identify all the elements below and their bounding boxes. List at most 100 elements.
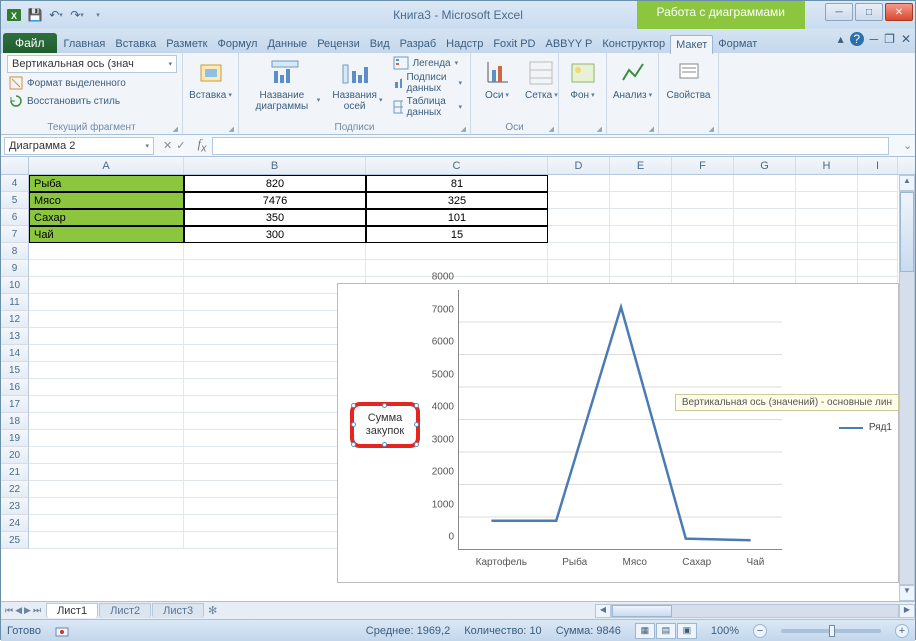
first-sheet-button[interactable]: ⏮ [5,605,13,616]
cell[interactable] [29,311,184,328]
row-header[interactable]: 13 [1,328,29,345]
row-header[interactable]: 25 [1,532,29,549]
page-break-view-button[interactable]: ▣ [677,623,697,639]
minimize-ribbon-icon[interactable]: ▴ [838,32,844,46]
data-labels-button[interactable]: 1Подписи данных▾ [391,71,464,95]
tab-конструктор[interactable]: Конструктор [597,35,670,53]
row-header[interactable]: 23 [1,498,29,515]
chart-object[interactable]: Сумма закупок 01000200030004000500060007… [337,283,899,583]
cell[interactable] [29,430,184,447]
cell[interactable] [548,192,610,209]
expand-formula-icon[interactable]: ⌄ [903,139,915,152]
sheet-tab[interactable]: Лист1 [46,603,98,618]
page-layout-view-button[interactable]: ▤ [656,623,676,639]
cell[interactable] [734,226,796,243]
tab-макет[interactable]: Макет [670,35,713,54]
cell[interactable] [796,260,858,277]
row-header[interactable]: 6 [1,209,29,226]
axis-title-box[interactable]: Сумма закупок [350,402,420,448]
chart-element-selector[interactable]: Вертикальная ось (знач▾ [7,55,177,73]
cell[interactable] [548,260,610,277]
name-box[interactable]: Диаграмма 2▾ [4,137,154,155]
cell[interactable] [610,226,672,243]
sheet-tab[interactable]: Лист2 [99,603,151,618]
cancel-icon[interactable]: ✕ [163,139,172,152]
cell[interactable] [29,447,184,464]
tab-вставка[interactable]: Вставка [110,35,161,53]
cell[interactable] [610,175,672,192]
cell[interactable] [29,498,184,515]
fx-icon[interactable]: fx [191,136,212,155]
zoom-in-button[interactable]: + [895,624,909,638]
cell[interactable] [29,515,184,532]
cell[interactable] [672,226,734,243]
row-header[interactable]: 17 [1,396,29,413]
cell[interactable] [184,243,366,260]
tab-данные[interactable]: Данные [262,35,312,53]
tab-foxit pd[interactable]: Foxit PD [488,35,540,53]
row-header[interactable]: 22 [1,481,29,498]
cell[interactable]: 81 [366,175,548,192]
cell[interactable] [796,209,858,226]
background-button[interactable]: Фон▾ [565,55,600,103]
col-header[interactable]: F [672,157,734,174]
row-header[interactable]: 16 [1,379,29,396]
cell[interactable] [29,413,184,430]
scroll-left-button[interactable]: ◀ [595,604,611,618]
cell[interactable] [672,209,734,226]
cell[interactable]: 300 [184,226,366,243]
cell[interactable] [29,379,184,396]
reset-style-button[interactable]: Восстановить стиль [7,93,122,109]
tab-вид[interactable]: Вид [365,35,395,53]
cell[interactable] [366,243,548,260]
last-sheet-button[interactable]: ⏭ [33,605,41,616]
row-header[interactable]: 11 [1,294,29,311]
zoom-level[interactable]: 100% [711,625,739,637]
cell[interactable] [672,260,734,277]
normal-view-button[interactable]: ▦ [635,623,655,639]
tab-формат[interactable]: Формат [713,35,762,53]
next-sheet-button[interactable]: ▶ [24,605,31,616]
col-header[interactable]: I [858,157,898,174]
cell[interactable] [796,243,858,260]
axes-button[interactable]: Оси▾ [477,55,517,103]
cell[interactable] [29,243,184,260]
cell[interactable] [734,192,796,209]
cell[interactable] [610,243,672,260]
col-header[interactable]: E [610,157,672,174]
enter-icon[interactable]: ✓ [176,139,185,152]
cell[interactable] [366,260,548,277]
cell[interactable] [610,209,672,226]
select-all-corner[interactable] [1,157,29,174]
help-icon[interactable]: ? [850,32,864,46]
row-header[interactable]: 24 [1,515,29,532]
cell[interactable] [29,260,184,277]
cell[interactable] [734,209,796,226]
macro-record-icon[interactable] [55,624,69,638]
row-header[interactable]: 15 [1,362,29,379]
cell[interactable]: Мясо [29,192,184,209]
cell[interactable]: 820 [184,175,366,192]
cell[interactable] [796,226,858,243]
cell[interactable] [858,209,898,226]
cell[interactable]: 7476 [184,192,366,209]
col-header[interactable]: D [548,157,610,174]
cell[interactable] [796,175,858,192]
cell[interactable] [610,260,672,277]
row-header[interactable]: 18 [1,413,29,430]
hscroll-thumb[interactable] [612,605,672,617]
file-tab[interactable]: Файл [3,33,57,53]
cell[interactable] [734,260,796,277]
cell[interactable] [672,243,734,260]
cell[interactable] [858,243,898,260]
cell[interactable]: 350 [184,209,366,226]
col-header[interactable]: A [29,157,184,174]
col-header[interactable]: C [366,157,548,174]
cell[interactable] [29,345,184,362]
row-header[interactable]: 8 [1,243,29,260]
cell[interactable] [548,209,610,226]
save-icon[interactable]: 💾 [26,6,44,24]
cell[interactable] [672,192,734,209]
redo-icon[interactable]: ↷▾ [68,6,86,24]
zoom-slider[interactable] [781,629,881,633]
